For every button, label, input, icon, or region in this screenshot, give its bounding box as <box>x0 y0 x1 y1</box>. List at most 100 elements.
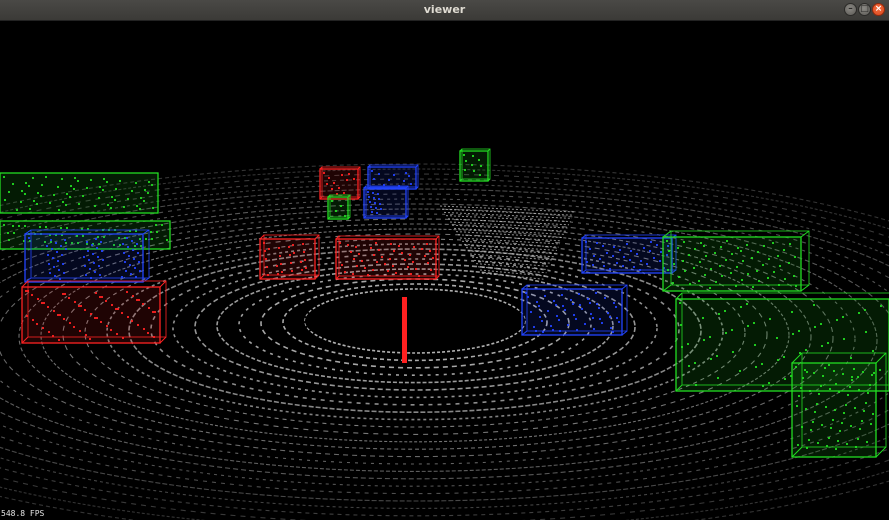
object-point <box>147 332 149 334</box>
bounding-box-blue <box>581 234 677 274</box>
object-point <box>301 269 303 271</box>
object-point <box>54 275 56 277</box>
object-point <box>378 173 380 175</box>
box-edge <box>675 292 683 300</box>
object-point <box>553 300 555 302</box>
object-point <box>57 314 59 316</box>
object-point <box>69 322 71 324</box>
titlebar[interactable]: viewer – □ × <box>0 0 889 21</box>
maximize-icon[interactable]: □ <box>858 3 871 16</box>
object-point <box>735 285 737 287</box>
object-point <box>353 178 355 180</box>
object-point <box>130 273 132 275</box>
object-point <box>573 314 575 316</box>
object-point <box>378 249 380 251</box>
object-point <box>832 419 834 421</box>
object-point <box>393 174 395 176</box>
object-point <box>794 256 796 258</box>
object-point <box>373 197 375 199</box>
object-point <box>845 404 847 406</box>
object-point <box>127 316 129 318</box>
object-point <box>65 204 67 206</box>
object-point <box>731 253 733 255</box>
object-point <box>677 247 679 249</box>
bounding-box-blue <box>367 164 419 190</box>
object-point <box>166 239 168 241</box>
object-point <box>681 346 683 348</box>
object-point <box>89 268 91 270</box>
object-point <box>757 251 759 253</box>
object-point <box>795 285 797 287</box>
minimize-icon[interactable]: – <box>844 3 857 16</box>
object-point <box>333 182 335 184</box>
bounding-box-blue <box>521 284 628 336</box>
object-point <box>725 332 727 334</box>
box-edge <box>621 284 628 290</box>
object-point <box>710 268 712 270</box>
object-point <box>746 303 748 305</box>
object-point <box>854 407 856 409</box>
object-point <box>870 423 872 425</box>
point-cloud-viewport[interactable]: 548.8 FPS <box>0 21 889 520</box>
object-point <box>673 263 675 265</box>
object-point <box>409 254 411 256</box>
object-point <box>46 245 48 247</box>
object-point <box>377 193 379 195</box>
object-point <box>739 370 741 372</box>
object-point <box>94 271 96 273</box>
object-point <box>344 215 346 217</box>
object-point <box>767 277 769 279</box>
object-point <box>368 196 370 198</box>
bounding-box-red <box>335 235 440 280</box>
object-point <box>865 402 867 404</box>
object-point <box>612 331 614 333</box>
object-point <box>590 313 592 315</box>
object-point <box>746 244 748 246</box>
object-point <box>367 274 369 276</box>
object-point <box>393 250 395 252</box>
object-point <box>111 304 113 306</box>
object-point <box>650 241 652 243</box>
object-point <box>579 304 581 306</box>
object-point <box>74 301 76 303</box>
object-point <box>369 201 371 203</box>
object-point <box>62 293 64 295</box>
object-point <box>66 227 68 229</box>
object-point <box>99 274 101 276</box>
object-point <box>86 241 88 243</box>
object-point <box>559 330 561 332</box>
object-point <box>858 389 860 391</box>
object-point <box>45 226 47 228</box>
object-point <box>667 269 669 271</box>
object-point <box>736 266 738 268</box>
object-point <box>340 205 342 207</box>
object-point <box>777 255 779 257</box>
object-point <box>122 337 124 339</box>
object-point <box>578 293 580 295</box>
object-point <box>821 424 823 426</box>
object-point <box>94 205 96 207</box>
point-cloud-canvas[interactable] <box>0 21 889 520</box>
object-point <box>49 272 51 274</box>
object-point <box>268 248 270 250</box>
object-point <box>751 257 753 259</box>
object-point <box>805 408 807 410</box>
object-point <box>84 265 86 267</box>
close-icon[interactable]: × <box>872 3 885 16</box>
object-point <box>857 438 859 440</box>
object-point <box>131 240 133 242</box>
object-point <box>413 246 415 248</box>
object-point <box>783 356 785 358</box>
object-point <box>380 208 382 210</box>
object-point <box>558 319 560 321</box>
object-point <box>850 425 852 427</box>
object-point <box>705 255 707 257</box>
object-point <box>817 442 819 444</box>
object-point <box>31 294 33 296</box>
object-point <box>83 256 85 258</box>
object-point <box>606 252 608 254</box>
object-point <box>418 275 420 277</box>
object-point <box>472 155 474 157</box>
object-point <box>24 225 26 227</box>
object-point <box>161 224 163 226</box>
